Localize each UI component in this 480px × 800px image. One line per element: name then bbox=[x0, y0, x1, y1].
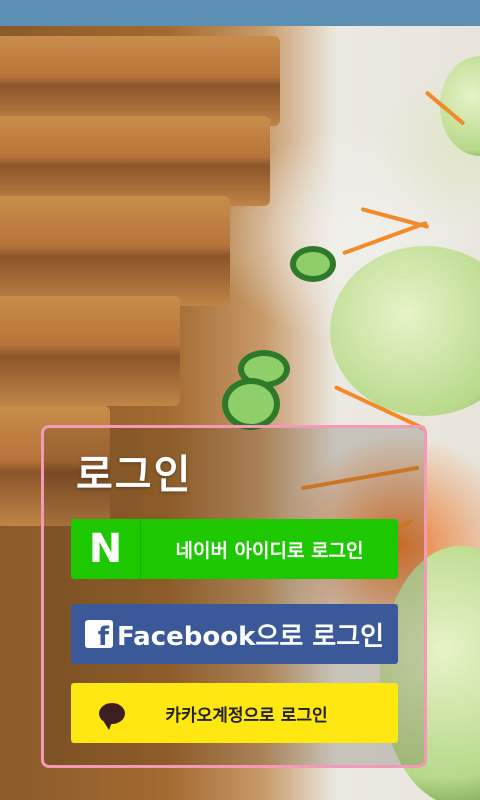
facebook-icon: f bbox=[85, 620, 113, 650]
naver-login-button[interactable]: N 네이버 아이디로 로그인 bbox=[71, 519, 398, 579]
status-bar bbox=[0, 0, 480, 26]
kakao-login-button[interactable]: 카카오계정으로 로그인 bbox=[71, 683, 398, 743]
naver-n-icon: N bbox=[71, 519, 141, 579]
facebook-login-label: Facebook으로 로그인 bbox=[116, 621, 385, 652]
kakao-speech-bubble-icon bbox=[99, 702, 125, 730]
kakao-login-label: 카카오계정으로 로그인 bbox=[165, 705, 328, 726]
facebook-login-button[interactable]: f Facebook으로 로그인 bbox=[71, 604, 398, 664]
naver-login-label: 네이버 아이디로 로그인 bbox=[175, 539, 364, 562]
login-title: 로그인 bbox=[76, 451, 193, 498]
